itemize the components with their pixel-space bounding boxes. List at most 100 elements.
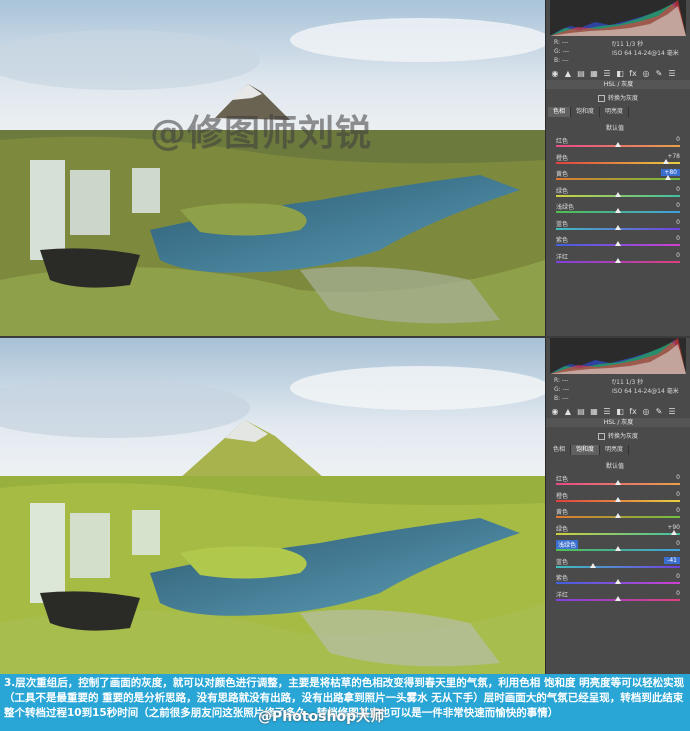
panel-tab-icon-9[interactable]: ☰ [667,69,677,78]
panel-tab-icon-0[interactable]: ◉ [550,407,560,416]
slider-thumb[interactable] [615,595,621,601]
panel-tab-icon-9[interactable]: ☰ [667,407,677,416]
panel-tab-icon-4[interactable]: ☰ [602,69,612,78]
checkbox-box[interactable] [598,95,605,102]
hsl-slider[interactable]: 红色 0 [556,474,684,490]
hsl-slider[interactable]: 红色 0 [556,136,684,152]
panel-tab-icon-1[interactable]: ▲ [563,69,573,78]
slider-value[interactable]: 0 [676,219,680,226]
panel-tab-icon-6[interactable]: fx [628,69,638,78]
panel-tab-icon-7[interactable]: ◎ [641,407,651,416]
slider-track[interactable] [556,161,680,164]
camera-info: f/11 1/3 秒 ISO 64 14-24@14 毫米 [612,378,679,396]
slider-thumb[interactable] [615,480,621,485]
slider-value[interactable]: 0 [676,202,680,209]
default-button[interactable]: 默认值 [606,461,624,470]
slider-value[interactable]: 0 [676,136,680,143]
slider-value[interactable]: 0 [676,507,680,514]
panel-tab-icon-1[interactable]: ▲ [563,407,573,416]
readout-r: R: --- [554,377,569,384]
panel-tab-icon-2[interactable]: ▤ [576,69,586,78]
slider-thumb[interactable] [615,513,621,518]
slider-thumb[interactable] [615,224,621,230]
slider-thumb[interactable] [663,158,670,164]
slider-value[interactable]: 0 [676,491,680,498]
hsl-slider[interactable]: 蓝色 -41 [556,556,684,573]
tab-2[interactable]: 明亮度 [600,445,630,455]
slider-thumb[interactable] [615,546,621,551]
panel-tab-icon-6[interactable]: fx [628,407,638,416]
tab-0[interactable]: 色相 [548,445,572,455]
panel-tab-icon-4[interactable]: ☰ [602,407,612,416]
panel-tab-icon-3[interactable]: ▦ [589,69,599,78]
hsl-slider[interactable]: 蓝色 0 [556,219,684,235]
slider-value[interactable]: 0 [676,235,680,242]
panel-tool-strip: ◉ ▲ ▤ ▦ ☰ ◧ fx ◎ ✎ ☰ [550,405,686,417]
slider-thumb[interactable] [615,241,621,246]
panel-tab-icon-8[interactable]: ✎ [654,69,664,78]
readout-b: B: --- [554,57,569,64]
panel-tab-icon-0[interactable]: ◉ [550,69,560,78]
slider-thumb[interactable] [615,496,621,502]
checkbox-box[interactable] [598,433,605,440]
slider-label: 蓝色 [556,558,569,566]
slider-thumb[interactable] [615,191,621,197]
tab-1[interactable]: 饱和度 [571,445,601,455]
slider-label: 绿色 [556,187,569,195]
slider-track[interactable] [556,532,680,535]
slider-value[interactable]: 0 [676,252,680,259]
lens-info: ISO 64 14-24@14 毫米 [612,388,679,395]
grayscale-checkbox[interactable]: 转换为灰度 [598,93,638,102]
panel-tab-icon-7[interactable]: ◎ [641,69,651,78]
rgb-values: R: --- G: --- B: --- [554,38,569,65]
slider-label: 橙色 [556,492,569,500]
hsl-slider[interactable]: 浅绿色 0 [556,540,684,556]
hsl-slider[interactable]: 洋红 0 [556,590,684,606]
tab-1[interactable]: 饱和度 [571,107,601,117]
panel-tab-icon-8[interactable]: ✎ [654,407,664,416]
slider-value[interactable]: 0 [676,573,680,580]
slider-thumb[interactable] [615,208,621,213]
hsl-slider[interactable]: 黄色 +80 [556,169,684,185]
section-title: HSL / 灰度 [546,418,690,427]
slider-value[interactable]: 0 [676,590,680,597]
panel-tab-icon-5[interactable]: ◧ [615,407,625,416]
hsl-slider[interactable]: 洋红 0 [556,252,684,268]
hsl-tabs: 色相 饱和度 明亮度 [548,445,688,455]
slider-thumb[interactable] [615,257,621,263]
slider-value[interactable]: 0 [676,540,680,547]
slider-thumb[interactable] [615,142,621,147]
tab-2[interactable]: 明亮度 [600,107,630,117]
grayscale-checkbox[interactable]: 转换为灰度 [598,431,638,440]
hsl-slider[interactable]: 橙色 +78 [556,153,684,169]
slider-thumb[interactable] [615,579,621,584]
hsl-slider[interactable]: 黄色 0 [556,507,684,523]
exposure-info: f/11 1/3 秒 [612,379,644,386]
slider-thumb[interactable] [670,529,677,535]
slider-label: 洋红 [556,253,569,261]
checkbox-label: 转换为灰度 [608,433,639,440]
default-button[interactable]: 默认值 [606,123,624,132]
slider-thumb[interactable] [590,562,597,568]
panel-tab-icon-2[interactable]: ▤ [576,407,586,416]
slider-track[interactable] [556,178,680,180]
hsl-slider[interactable]: 紫色 0 [556,573,684,589]
hsl-slider[interactable]: 浅绿色 0 [556,202,684,218]
hsl-slider[interactable]: 绿色 +90 [556,524,684,540]
panel-tool-strip: ◉ ▲ ▤ ▦ ☰ ◧ fx ◎ ✎ ☰ [550,67,686,79]
slider-label: 紫色 [556,575,569,582]
slider-value[interactable]: -41 [664,556,680,564]
hsl-slider[interactable]: 紫色 0 [556,235,684,251]
slider-track[interactable] [556,565,680,568]
exposure-info: f/11 1/3 秒 [612,41,644,48]
tab-0[interactable]: 色相 [548,107,572,117]
watermark-text: @修图师刘锐 [150,113,373,154]
hsl-slider[interactable]: 橙色 0 [556,491,684,507]
histogram-graph [550,0,686,36]
hsl-slider[interactable]: 绿色 0 [556,186,684,202]
slider-thumb[interactable] [664,175,671,180]
slider-value[interactable]: 0 [676,474,680,481]
slider-value[interactable]: 0 [676,186,680,193]
panel-tab-icon-3[interactable]: ▦ [589,407,599,416]
panel-tab-icon-5[interactable]: ◧ [615,69,625,78]
